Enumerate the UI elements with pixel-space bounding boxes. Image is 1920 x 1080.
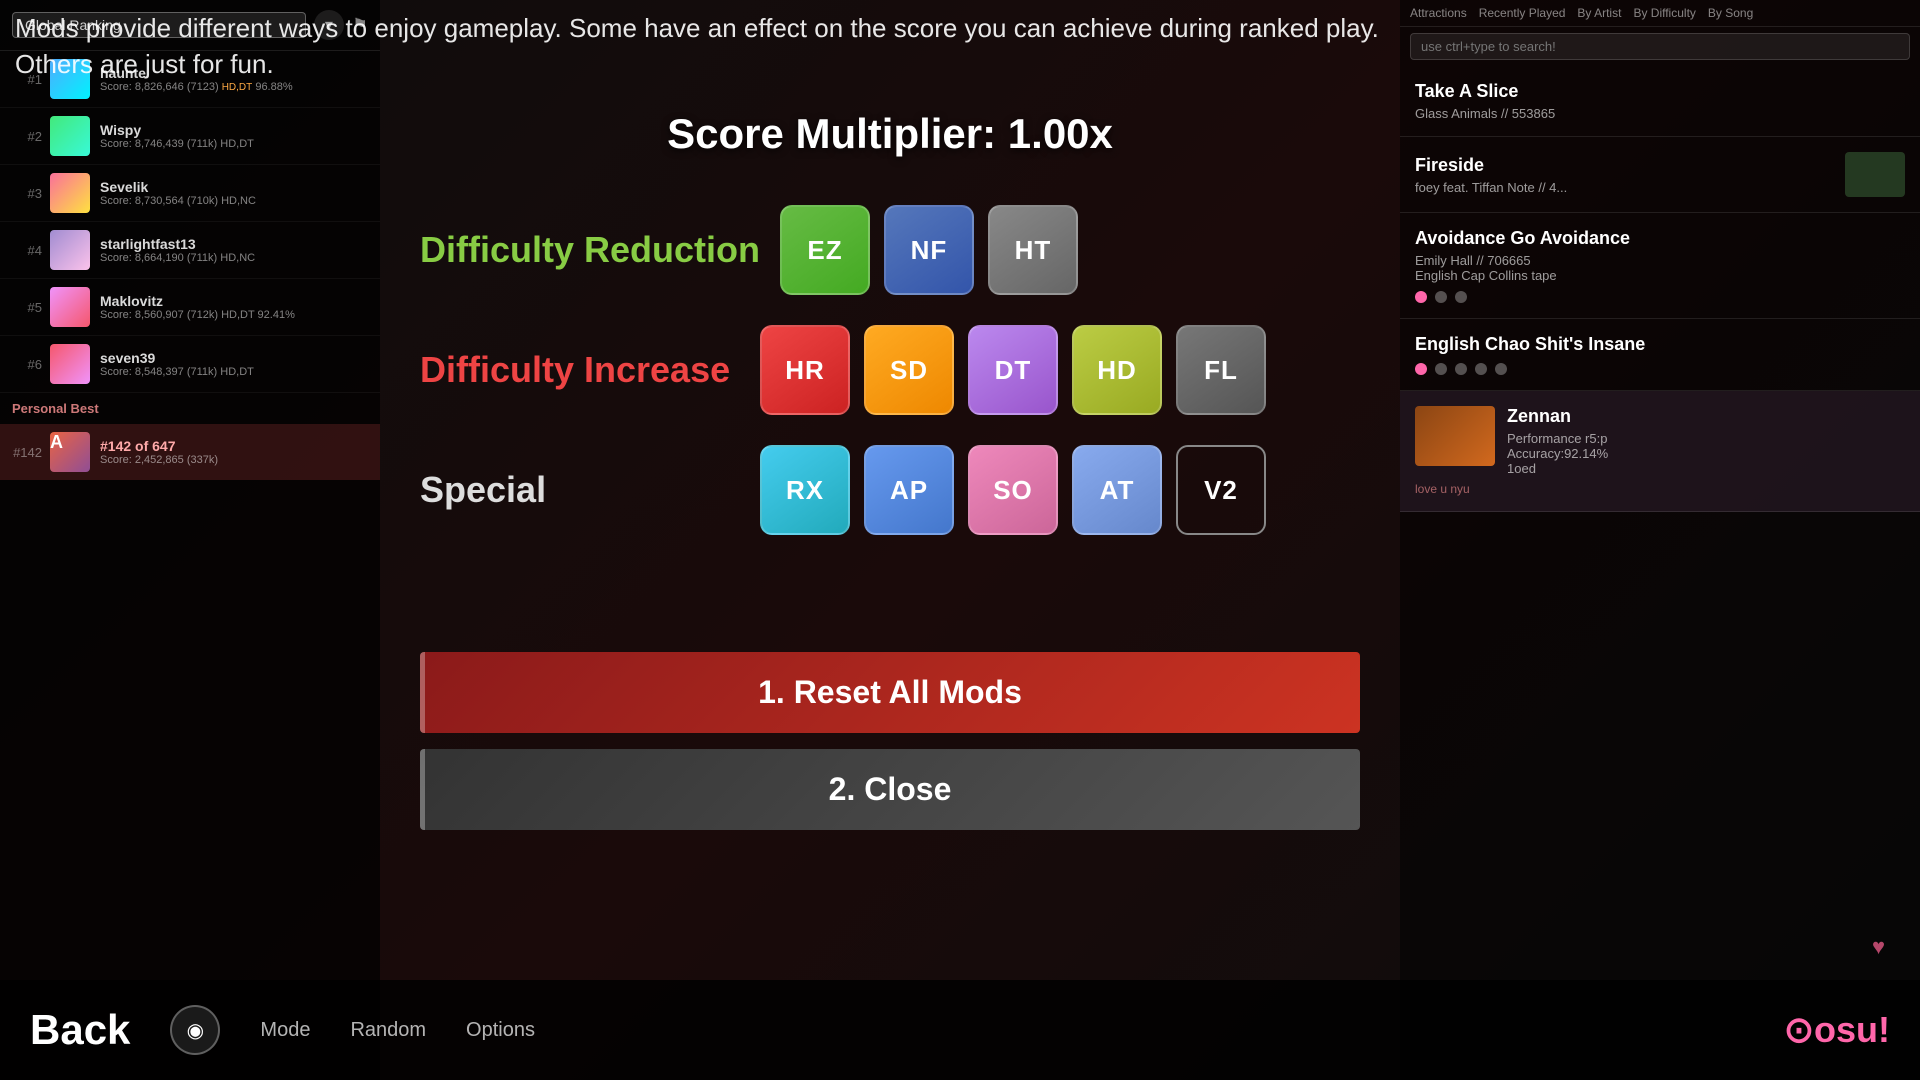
mod-button-nf[interactable]: NF (884, 205, 974, 295)
reduction-mod-buttons: EZ NF HT (780, 205, 1078, 295)
mode-icon[interactable]: ◉ (170, 1005, 220, 1055)
mod-button-ap[interactable]: AP (864, 445, 954, 535)
special-row: Special RX AP SO AT V2 (420, 445, 1360, 535)
action-buttons-panel: 1. Reset All Mods 2. Close (380, 652, 1400, 830)
special-mod-buttons: RX AP SO AT V2 (760, 445, 1266, 535)
mod-button-hd[interactable]: HD (1072, 325, 1162, 415)
mod-button-rx[interactable]: RX (760, 445, 850, 535)
random-button[interactable]: Random (350, 1019, 426, 1042)
difficulty-increase-row: Difficulty Increase HR SD DT HD FL (420, 325, 1360, 415)
mod-button-hr[interactable]: HR (760, 325, 850, 415)
increase-category-label: Difficulty Increase (420, 349, 740, 391)
difficulty-reduction-row: Difficulty Reduction EZ NF HT (420, 205, 1360, 295)
special-category-label: Special (420, 469, 740, 511)
mods-description: Mods provide different ways to enjoy gam… (15, 10, 1400, 83)
mod-button-v2[interactable]: V2 (1176, 445, 1266, 535)
osu-logo: ⊙osu! (1784, 1009, 1890, 1051)
mods-panel: Difficulty Reduction EZ NF HT Difficulty… (380, 185, 1400, 585)
score-multiplier: Score Multiplier: 1.00x (380, 110, 1400, 158)
reset-mods-button[interactable]: 1. Reset All Mods (420, 652, 1360, 733)
options-button[interactable]: Options (466, 1019, 535, 1042)
mode-button[interactable]: Mode (260, 1019, 310, 1042)
reduction-category-label: Difficulty Reduction (420, 229, 760, 271)
mod-button-at[interactable]: AT (1072, 445, 1162, 535)
mod-button-ht[interactable]: HT (988, 205, 1078, 295)
mod-button-fl[interactable]: FL (1176, 325, 1266, 415)
increase-mod-buttons: HR SD DT HD FL (760, 325, 1266, 415)
back-button[interactable]: Back (30, 1006, 130, 1054)
mod-button-so[interactable]: SO (968, 445, 1058, 535)
mod-button-ez[interactable]: EZ (780, 205, 870, 295)
mods-modal: Mods provide different ways to enjoy gam… (0, 0, 1920, 1080)
mod-button-sd[interactable]: SD (864, 325, 954, 415)
mod-button-dt[interactable]: DT (968, 325, 1058, 415)
close-button[interactable]: 2. Close (420, 749, 1360, 830)
bottom-navigation-bar: Back ◉ Mode Random Options ⊙osu! (0, 980, 1920, 1080)
